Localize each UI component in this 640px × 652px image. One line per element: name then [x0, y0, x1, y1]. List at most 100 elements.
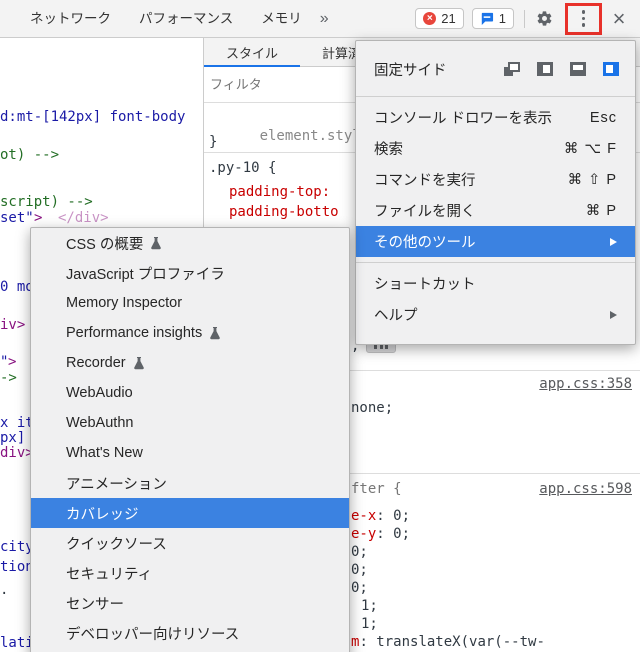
menu-item-label: ショートカット [374, 273, 476, 294]
submenu-item-js-profiler[interactable]: JavaScript プロファイラ [31, 258, 349, 288]
code-fragment[interactable]: script) --> [0, 195, 93, 210]
code-fragment[interactable]: set" [0, 211, 34, 226]
css-declaration[interactable]: 0; [351, 580, 368, 596]
submenu-item-memory-inspector[interactable]: Memory Inspector [31, 288, 349, 318]
more-tabs-icon[interactable]: » [320, 10, 329, 28]
tab-styles[interactable]: スタイル [204, 38, 300, 66]
gear-icon [536, 10, 553, 27]
kebab-menu-button[interactable] [582, 10, 586, 27]
py10-selector[interactable]: .py-10 { [209, 160, 276, 176]
menu-item-label: コンソール ドロワーを表示 [374, 107, 552, 128]
experiment-flask-icon [150, 237, 162, 250]
selector-fragment[interactable]: fter { [351, 481, 402, 497]
tab-network[interactable]: ネットワーク [16, 0, 125, 37]
devtools-main-menu: 固定サイド コンソール ドロワーを表示 Esc 検索 ⌘ ⌥ F コマンドを実行… [355, 40, 636, 345]
code-fragment: > [8, 355, 16, 370]
submenu-item-label: デベロッパー向けリソース [66, 623, 239, 644]
submenu-item-label: アニメーション [66, 473, 167, 494]
css-declaration[interactable]: m: translateX(var(--tw- [351, 634, 545, 650]
dock-side-row: 固定サイド [356, 47, 635, 91]
submenu-item-label: JavaScript プロファイラ [66, 263, 225, 284]
submenu-item-label: センサー [66, 593, 124, 614]
tab-memory[interactable]: メモリ [247, 0, 316, 37]
code-fragment[interactable]: ot) --> [0, 148, 59, 163]
css-declaration[interactable]: 0; [351, 544, 368, 560]
submenu-item-security[interactable]: セキュリティ [31, 558, 349, 588]
submenu-item-webaudio[interactable]: WebAudio [31, 378, 349, 408]
css-declaration[interactable]: e-y: 0; [351, 526, 410, 542]
submenu-item-label: What's New [66, 445, 143, 461]
submenu-arrow-icon [610, 311, 617, 319]
menu-shortcut: ⌘ ⇧ P [568, 172, 617, 188]
selector: element.style [260, 128, 370, 144]
menu-separator [356, 262, 635, 263]
toolbar-right-group: × 21 1 × [415, 3, 628, 35]
experiment-flask-icon [133, 357, 145, 370]
menu-separator [356, 96, 635, 97]
undock-icon[interactable] [504, 62, 520, 76]
submenu-item-recorder[interactable]: Recorder [31, 348, 349, 378]
error-count-badge[interactable]: × 21 [415, 8, 463, 29]
css-source-link[interactable]: app.css:358 [539, 376, 632, 392]
code-fragment[interactable]: city [0, 540, 34, 555]
css-declaration[interactable]: 1; [361, 616, 378, 632]
menu-item-label: ヘルプ [374, 304, 418, 325]
close-icon: × [613, 5, 626, 33]
submenu-item-coverage[interactable]: カバレッジ [31, 498, 349, 528]
settings-button[interactable] [535, 5, 553, 33]
menu-item-open-file[interactable]: ファイルを開く ⌘ P [356, 195, 635, 226]
error-icon: × [423, 12, 436, 25]
message-count-badge[interactable]: 1 [472, 8, 514, 29]
close-devtools-button[interactable]: × [610, 5, 628, 33]
submenu-item-css-overview[interactable]: CSS の概要 [31, 228, 349, 258]
code-fragment[interactable]: x it [0, 416, 34, 431]
code-fragment[interactable]: iv> [0, 318, 25, 333]
code-fragment: -> [0, 371, 17, 386]
submenu-item-label: セキュリティ [66, 563, 152, 584]
submenu-item-sensors[interactable]: センサー [31, 588, 349, 618]
menu-item-label: ファイルを開く [374, 200, 476, 221]
menu-item-show-console-drawer[interactable]: コンソール ドロワーを表示 Esc [356, 102, 635, 133]
code-fragment[interactable]: div> [0, 446, 34, 461]
submenu-item-webauthn[interactable]: WebAuthn [31, 408, 349, 438]
css-declaration[interactable]: e-x: 0; [351, 508, 410, 524]
submenu-item-label: Recorder [66, 355, 126, 371]
submenu-item-quick-source[interactable]: クイックソース [31, 528, 349, 558]
code-fragment[interactable]: px] [0, 431, 25, 446]
css-property[interactable]: padding-botto [229, 204, 339, 220]
menu-item-label: 検索 [374, 138, 403, 159]
submenu-item-animations[interactable]: アニメーション [31, 468, 349, 498]
code-fragment[interactable]: d:mt-[142px] font-body [0, 110, 185, 125]
devtools-window: ネットワーク パフォーマンス メモリ » × 21 1 × [0, 0, 640, 652]
menu-item-label: その他のツール [374, 231, 476, 252]
menu-shortcut: ⌘ ⌥ F [564, 141, 617, 157]
submenu-item-label: WebAuthn [66, 415, 133, 431]
annotation-red-box [565, 3, 602, 35]
menu-shortcut: Esc [590, 110, 617, 126]
menu-item-more-tools[interactable]: その他のツール [356, 226, 635, 257]
submenu-item-whats-new[interactable]: What's New [31, 438, 349, 468]
menu-item-search[interactable]: 検索 ⌘ ⌥ F [356, 133, 635, 164]
toolbar-divider [524, 10, 525, 28]
submenu-item-developer-resources[interactable]: デベロッパー向けリソース [31, 618, 349, 648]
message-count: 1 [499, 11, 506, 26]
css-value-fragment[interactable]: none; [351, 400, 393, 416]
css-declaration[interactable]: 0; [351, 562, 368, 578]
menu-item-shortcuts[interactable]: ショートカット [356, 268, 635, 299]
menu-item-help[interactable]: ヘルプ [356, 299, 635, 330]
submenu-item-label: カバレッジ [66, 503, 139, 524]
css-source-link[interactable]: app.css:598 [539, 481, 632, 497]
submenu-item-performance-insights[interactable]: Performance insights [31, 318, 349, 348]
devtools-toolbar: ネットワーク パフォーマンス メモリ » × 21 1 × [0, 0, 640, 38]
css-property[interactable]: padding-top: [229, 184, 330, 200]
submenu-item-label: WebAudio [66, 385, 133, 401]
dock-bottom-icon[interactable] [570, 62, 586, 76]
experiment-flask-icon [209, 327, 221, 340]
dock-left-icon[interactable] [537, 62, 553, 76]
dock-right-icon[interactable] [603, 62, 619, 76]
menu-item-run-command[interactable]: コマンドを実行 ⌘ ⇧ P [356, 164, 635, 195]
menu-item-label: コマンドを実行 [374, 169, 476, 190]
code-fragment[interactable]: 0 mo [0, 280, 34, 295]
tab-performance[interactable]: パフォーマンス [125, 0, 247, 37]
css-declaration[interactable]: 1; [361, 598, 378, 614]
